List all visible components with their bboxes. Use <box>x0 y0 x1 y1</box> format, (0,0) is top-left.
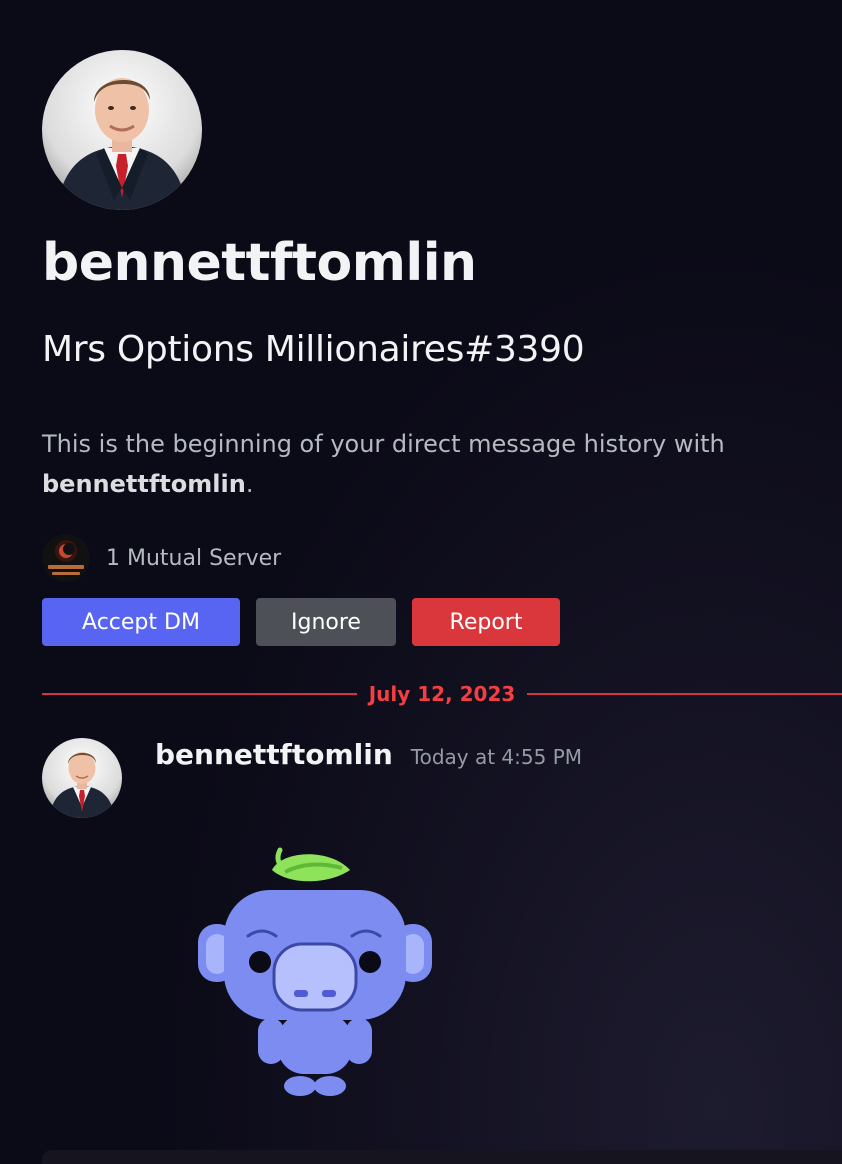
intro-suffix: . <box>245 470 254 498</box>
profile-tag: Mrs Options Millionaires#3390 <box>42 329 585 370</box>
intro-prefix: This is the beginning of your direct mes… <box>42 430 725 458</box>
dm-page: bennettftomlin Mrs Options Millionaires#… <box>0 0 842 1164</box>
message-composer[interactable] <box>42 1150 842 1164</box>
message-avatar[interactable] <box>42 738 122 818</box>
divider-date: July 12, 2023 <box>368 682 516 706</box>
ignore-button[interactable]: Ignore <box>256 598 396 646</box>
dm-request-actions: Accept DM Ignore Report <box>42 598 576 646</box>
report-button[interactable]: Report <box>412 598 560 646</box>
date-divider: July 12, 2023 <box>42 678 842 710</box>
server-icon[interactable] <box>42 534 90 582</box>
message-header: bennettftomlin Today at 4:55 PM <box>155 738 582 771</box>
dm-intro-text: This is the beginning of your direct mes… <box>42 424 822 504</box>
profile-avatar[interactable] <box>42 50 202 210</box>
intro-username: bennettftomlin <box>42 470 246 498</box>
profile-username: bennettftomlin <box>42 233 477 293</box>
wumpus-sticker-icon[interactable] <box>190 840 440 1100</box>
divider-line-right <box>527 693 842 695</box>
message-timestamp: Today at 4:55 PM <box>410 745 583 769</box>
mutual-servers[interactable]: 1 Mutual Server <box>42 534 281 582</box>
mutual-servers-label: 1 Mutual Server <box>106 545 282 571</box>
message-author[interactable]: bennettftomlin <box>155 738 393 771</box>
divider-line-left <box>42 693 357 695</box>
accept-dm-button[interactable]: Accept DM <box>42 598 240 646</box>
